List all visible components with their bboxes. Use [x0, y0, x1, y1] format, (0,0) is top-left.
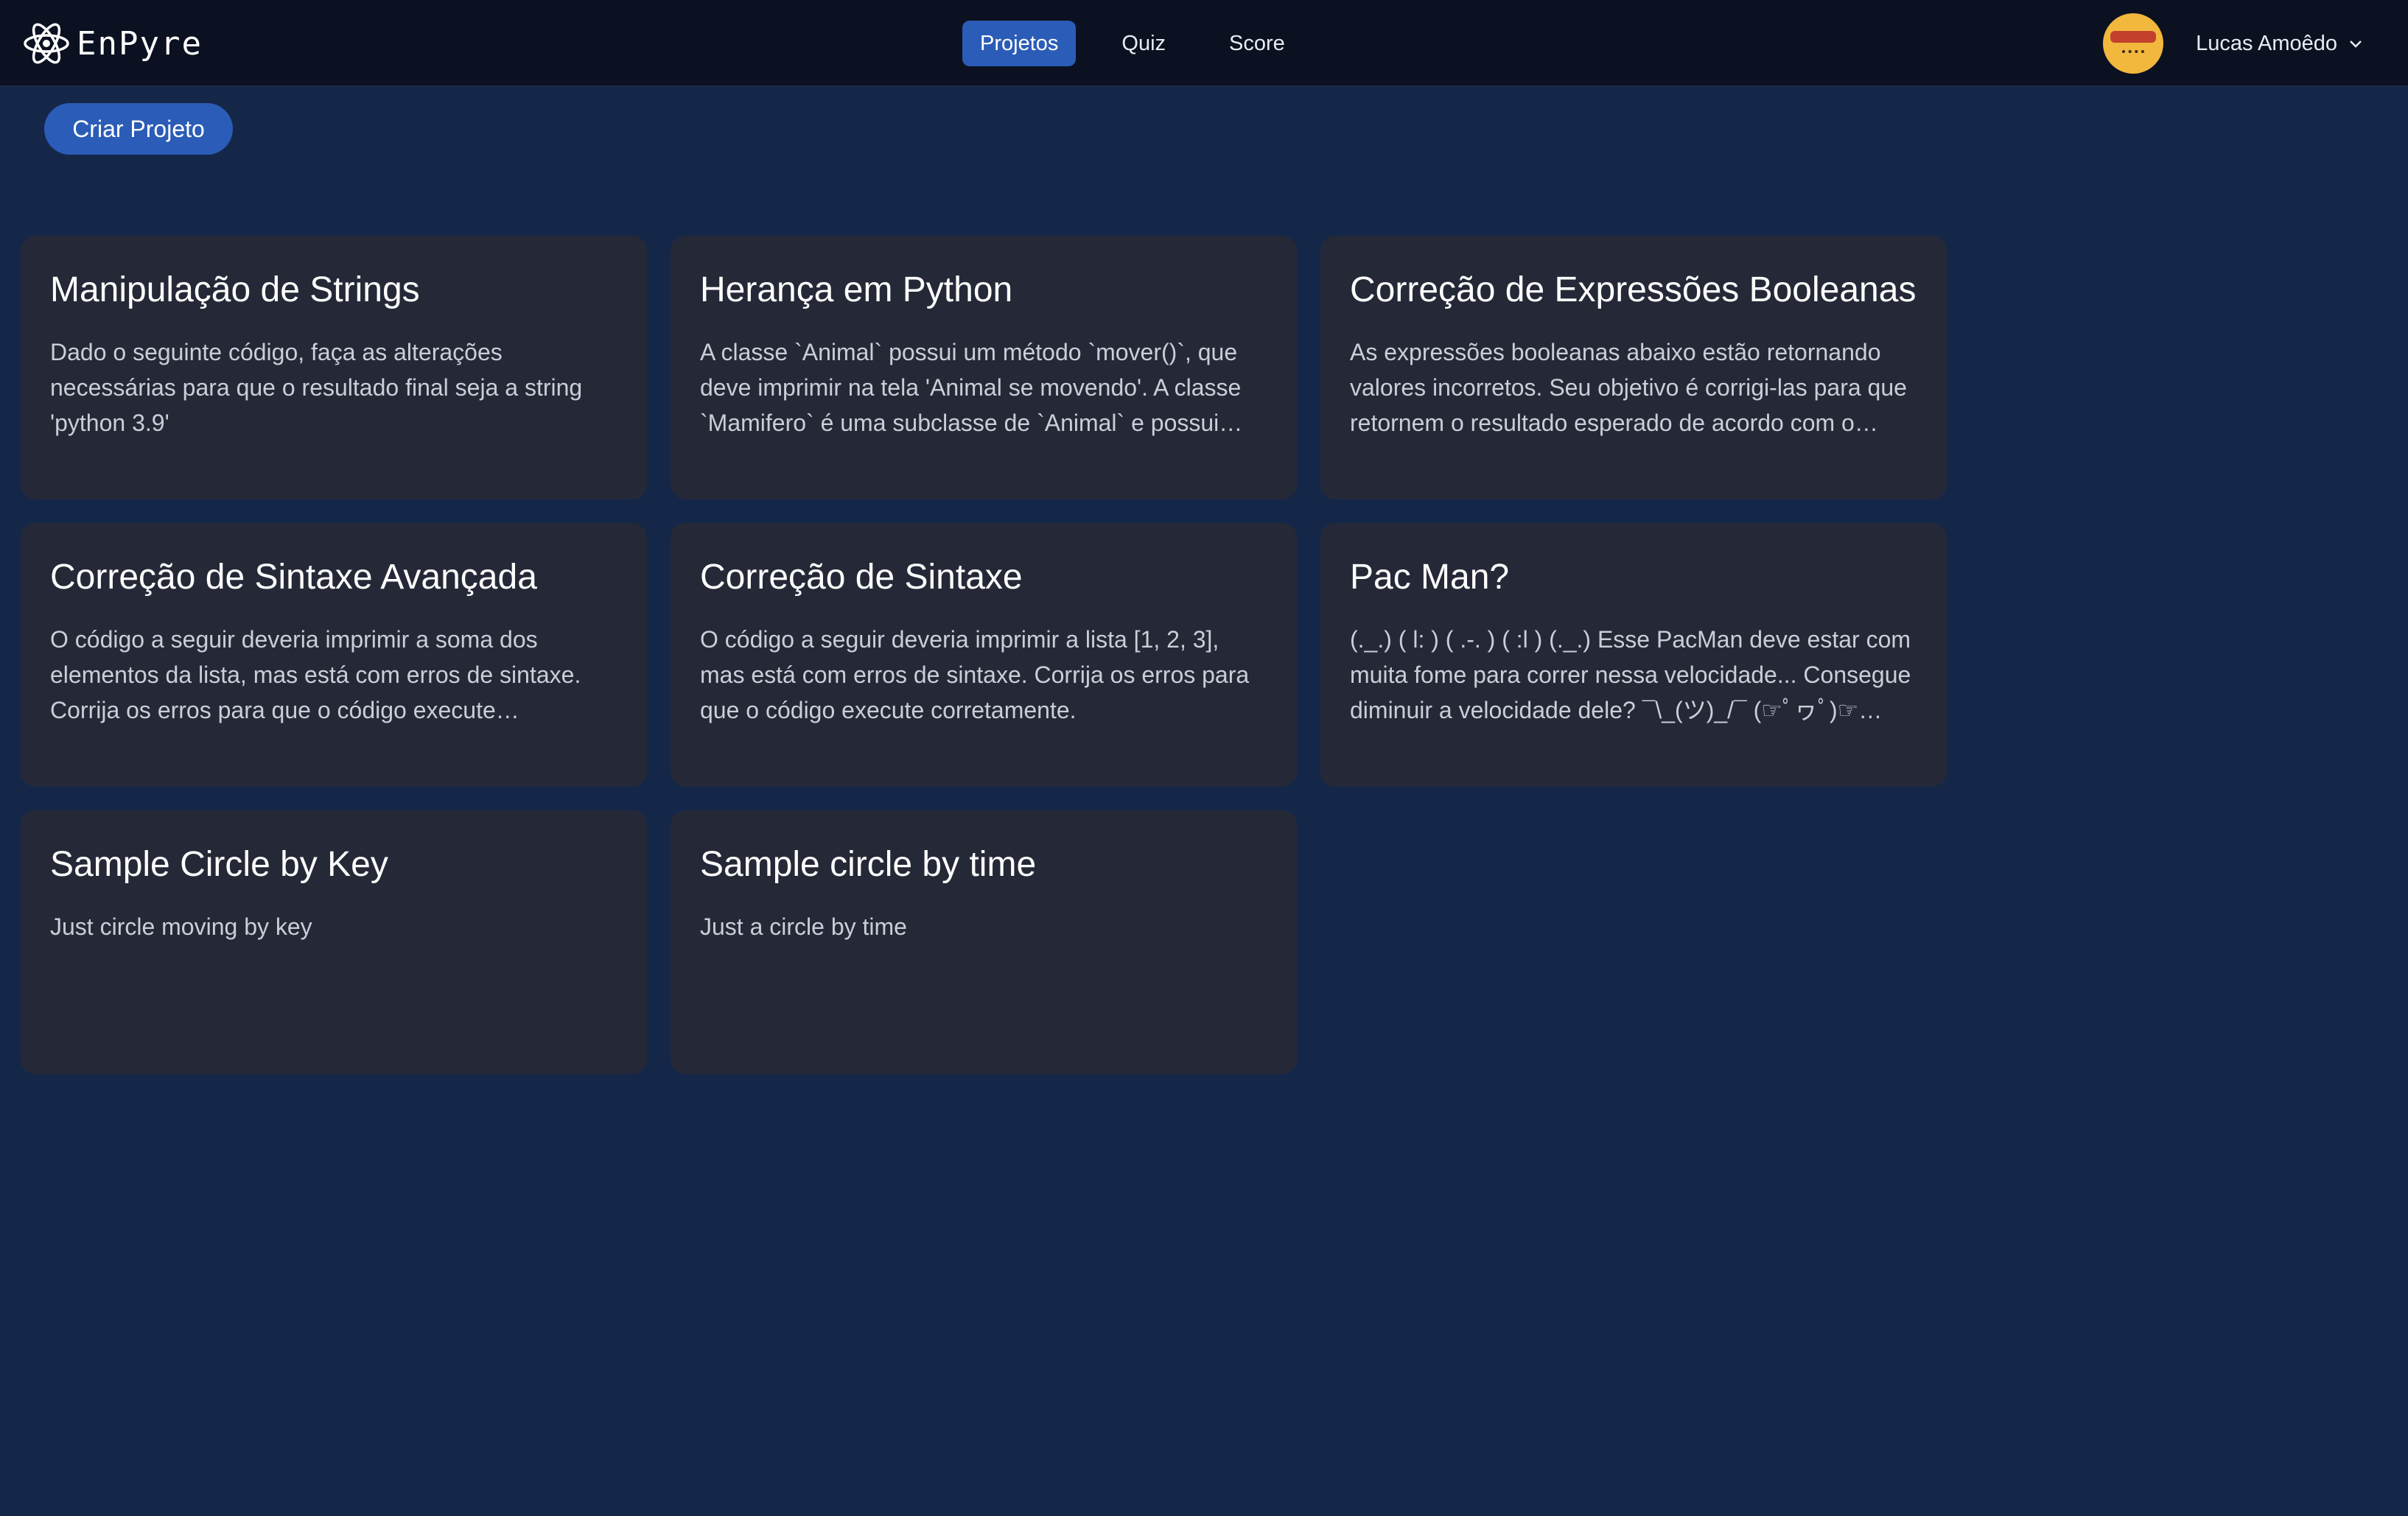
atom-logo-icon	[24, 23, 69, 64]
project-card[interactable]: Correção de Expressões Booleanas As expr…	[1320, 236, 1947, 499]
project-title: Herança em Python	[700, 270, 1013, 309]
project-grid: Manipulação de Strings Dado o seguinte c…	[21, 236, 1947, 1074]
project-card[interactable]: Correção de Sintaxe Avançada O código a …	[21, 523, 647, 787]
project-title: Correção de Sintaxe Avançada	[50, 558, 537, 597]
nav-projetos[interactable]: Projetos	[962, 21, 1077, 66]
project-description: O código a seguir deveria imprimir a som…	[50, 626, 581, 723]
project-card[interactable]: Manipulação de Strings Dado o seguinte c…	[21, 236, 647, 499]
project-description: As expressões booleanas abaixo estão ret…	[1350, 339, 1907, 436]
project-card[interactable]: Sample Circle by Key Just circle moving …	[21, 810, 647, 1074]
project-card[interactable]: Pac Man? (._.) ( l: ) ( .-. ) ( :l ) (._…	[1320, 523, 1947, 787]
project-description: Dado o seguinte código, faça as alteraçõ…	[50, 339, 583, 436]
main-nav: Projetos Quiz Score	[962, 21, 1331, 66]
project-description: O código a seguir deveria imprimir a lis…	[700, 626, 1250, 723]
chevron-down-icon[interactable]	[2348, 35, 2364, 52]
project-title: Manipulação de Strings	[50, 270, 420, 309]
user-menu[interactable]: Lucas Amoêdo	[2103, 13, 2364, 74]
project-description: Just circle moving by key	[50, 913, 312, 940]
project-card[interactable]: Correção de Sintaxe O código a seguir de…	[671, 523, 1297, 787]
avatar[interactable]	[2103, 13, 2164, 74]
user-name[interactable]: Lucas Amoêdo	[2196, 32, 2337, 56]
avatar-dots	[2122, 50, 2145, 55]
project-description: A classe `Animal` possui um método `move…	[700, 339, 1242, 436]
project-card[interactable]: Herança em Python A classe `Animal` poss…	[671, 236, 1297, 499]
nav-score[interactable]: Score	[1211, 21, 1303, 66]
project-title: Correção de Sintaxe	[700, 558, 1023, 597]
create-project-button[interactable]: Criar Projeto	[44, 103, 233, 155]
avatar-band	[2110, 31, 2157, 43]
project-title: Sample circle by time	[700, 845, 1037, 884]
brand-logo[interactable]: EnPyre	[22, 19, 203, 68]
project-title: Sample Circle by Key	[50, 845, 388, 884]
brand-name: EnPyre	[77, 24, 203, 63]
project-card[interactable]: Sample circle by time Just a circle by t…	[671, 810, 1297, 1074]
top-navbar: EnPyre Projetos Quiz Score Lucas Amoêdo	[0, 0, 2408, 87]
project-description: (._.) ( l: ) ( .-. ) ( :l ) (._.) Esse P…	[1350, 626, 1911, 723]
project-title: Correção de Expressões Booleanas	[1350, 270, 1917, 309]
nav-quiz[interactable]: Quiz	[1104, 21, 1183, 66]
project-description: Just a circle by time	[700, 913, 907, 940]
project-title: Pac Man?	[1350, 558, 1510, 597]
